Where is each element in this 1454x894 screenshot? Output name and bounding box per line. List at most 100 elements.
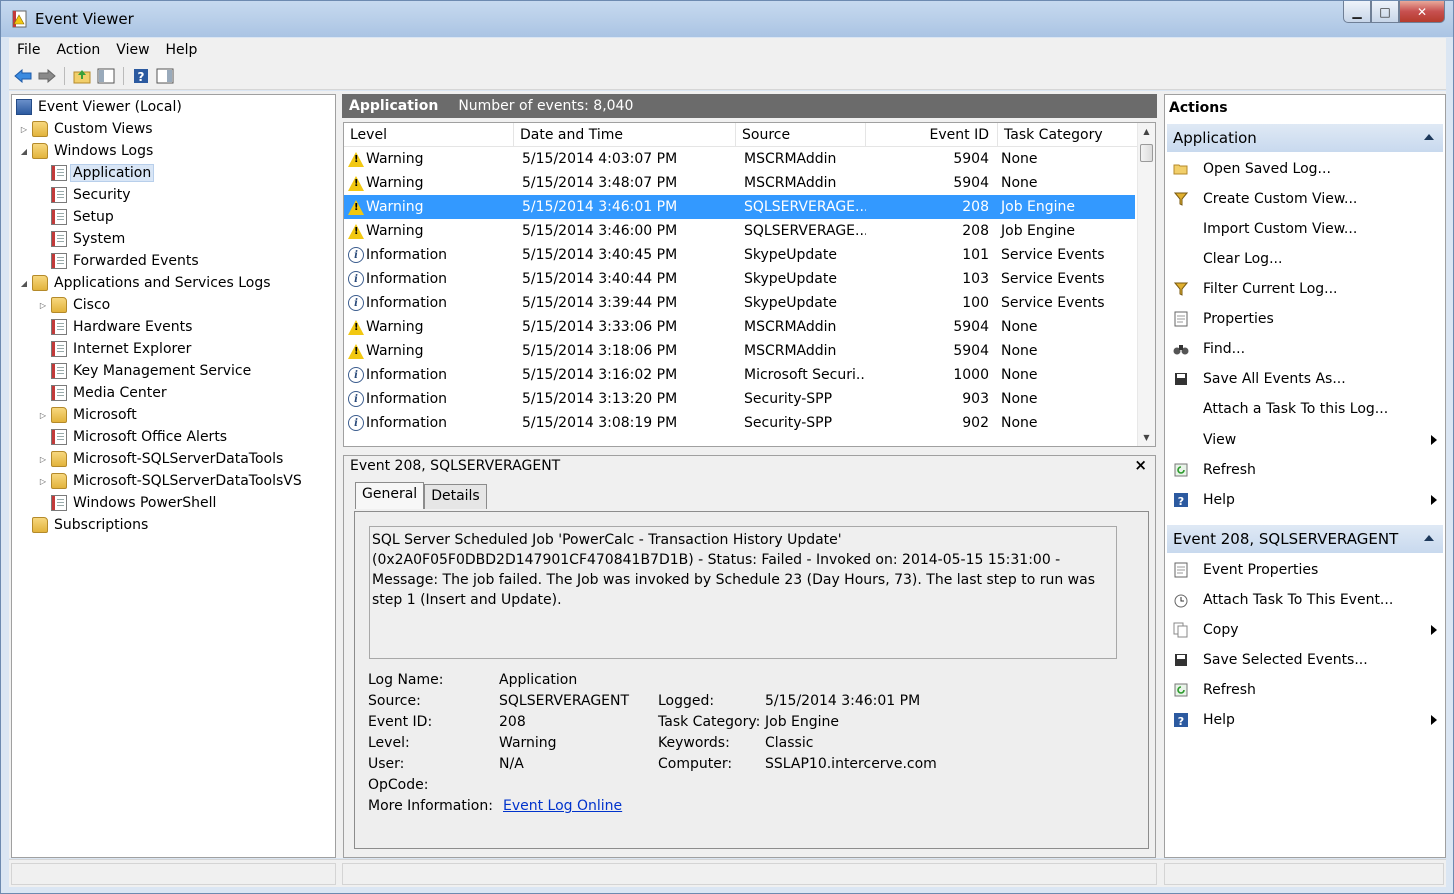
- event-row[interactable]: i Information 5/15/2014 3:40:44 PM SkypeUpd…: [344, 267, 1135, 291]
- action-save-selected-events[interactable]: Save Selected Events...: [1167, 645, 1443, 675]
- action-clear-log[interactable]: Clear Log...: [1167, 244, 1443, 274]
- tree-item-application[interactable]: Application: [37, 162, 155, 184]
- close-window-button[interactable]: ✕: [1399, 1, 1445, 23]
- actions-section-event[interactable]: Event 208, SQLSERVERAGENT: [1167, 525, 1443, 553]
- action-label: Properties: [1203, 311, 1274, 327]
- expand-toggle-icon[interactable]: ▷: [37, 455, 49, 464]
- event-row[interactable]: i Information 5/15/2014 3:16:02 PM Microsof…: [344, 363, 1135, 387]
- event-row[interactable]: Warning 5/15/2014 3:33:06 PM MSCRMAddin 590…: [344, 315, 1135, 339]
- general-tab-body: SQL Server Scheduled Job 'PowerCalc - Tr…: [354, 511, 1149, 849]
- menu-view[interactable]: View: [108, 42, 157, 58]
- column-task-category[interactable]: Task Category: [998, 123, 1137, 147]
- action-create-custom-view[interactable]: Create Custom View...: [1167, 184, 1443, 214]
- event-date: 5/15/2014 4:03:07 PM: [522, 151, 678, 167]
- tree-item-setup[interactable]: Setup: [37, 206, 117, 228]
- action-help[interactable]: ? Help: [1167, 705, 1443, 735]
- tree-item-microsoft[interactable]: ▷ Microsoft: [37, 404, 140, 426]
- action-view[interactable]: View: [1167, 425, 1443, 455]
- column-source[interactable]: Source: [736, 123, 866, 147]
- tree-item-applications-and-services-logs[interactable]: ◢ Applications and Services Logs: [18, 272, 274, 294]
- event-level: Warning: [366, 175, 424, 191]
- submenu-arrow-icon: [1431, 715, 1437, 725]
- event-row[interactable]: Warning 5/15/2014 3:48:07 PM MSCRMAddin 590…: [344, 171, 1135, 195]
- actions-section-application[interactable]: Application: [1167, 124, 1443, 152]
- action-refresh[interactable]: Refresh: [1167, 675, 1443, 705]
- svg-text:?: ?: [138, 70, 145, 84]
- event-log-online-link[interactable]: Event Log Online: [503, 798, 622, 814]
- column-date-time[interactable]: Date and Time: [514, 123, 736, 147]
- up-folder-button[interactable]: [72, 66, 92, 86]
- tree-item-microsoft-sqlserverdatatoolsvs[interactable]: ▷ Microsoft-SQLServerDataToolsVS: [37, 470, 305, 492]
- expand-toggle-icon[interactable]: ◢: [18, 279, 30, 288]
- tree-item-event-viewer-local[interactable]: Event Viewer (Local): [14, 96, 185, 118]
- tab-general[interactable]: General: [355, 482, 425, 509]
- event-row[interactable]: Warning 5/15/2014 3:46:00 PM SQLSERVERAGE.…: [344, 219, 1135, 243]
- show-hide-tree-button[interactable]: [96, 66, 116, 86]
- column-event-id[interactable]: Event ID: [866, 123, 998, 147]
- tree-item-custom-views[interactable]: ▷ Custom Views: [18, 118, 156, 140]
- scroll-thumb[interactable]: [1140, 144, 1153, 162]
- expand-toggle-icon[interactable]: ◢: [18, 147, 30, 156]
- scroll-down-icon[interactable]: ▼: [1138, 429, 1155, 446]
- menu-help[interactable]: Help: [158, 42, 206, 58]
- tree-item-cisco[interactable]: ▷ Cisco: [37, 294, 113, 316]
- tree-item-internet-explorer[interactable]: Internet Explorer: [37, 338, 194, 360]
- tree-item-microsoft-sqlserverdatatools[interactable]: ▷ Microsoft-SQLServerDataTools: [37, 448, 286, 470]
- event-row[interactable]: Warning 5/15/2014 3:18:06 PM MSCRMAddin 590…: [344, 339, 1135, 363]
- tree-item-media-center[interactable]: Media Center: [37, 382, 170, 404]
- status-cell: [342, 863, 1157, 885]
- action-open-saved-log[interactable]: Open Saved Log...: [1167, 154, 1443, 184]
- event-message[interactable]: SQL Server Scheduled Job 'PowerCalc - Tr…: [369, 526, 1117, 659]
- event-row[interactable]: Warning 5/15/2014 3:46:01 PM SQLSERVERAGE.…: [344, 195, 1135, 219]
- expand-toggle-icon[interactable]: ▷: [37, 411, 49, 420]
- tree-item-label: System: [73, 231, 126, 247]
- action-copy[interactable]: Copy: [1167, 615, 1443, 645]
- menu-file[interactable]: File: [9, 42, 48, 58]
- collapse-caret-icon[interactable]: [1424, 535, 1434, 541]
- maximize-button[interactable]: □: [1371, 1, 1399, 23]
- back-button[interactable]: [13, 66, 33, 86]
- scroll-up-icon[interactable]: ▲: [1138, 123, 1155, 140]
- tab-details[interactable]: Details: [424, 484, 487, 509]
- tree-item-forwarded-events[interactable]: Forwarded Events: [37, 250, 202, 272]
- help-button[interactable]: ?: [131, 66, 151, 86]
- event-row[interactable]: i Information 5/15/2014 3:39:44 PM SkypeUpd…: [344, 291, 1135, 315]
- action-refresh[interactable]: Refresh: [1167, 455, 1443, 485]
- tree-item-subscriptions[interactable]: Subscriptions: [18, 514, 151, 536]
- action-properties[interactable]: Properties: [1167, 304, 1443, 334]
- tree-item-windows-powershell[interactable]: Windows PowerShell: [37, 492, 219, 514]
- tree-item-system[interactable]: System: [37, 228, 128, 250]
- center-pane: Application Number of events: 8,040 Leve…: [342, 94, 1157, 858]
- tree-item-windows-logs[interactable]: ◢ Windows Logs: [18, 140, 156, 162]
- column-header: Level Date and Time Source Event ID Task…: [344, 123, 1137, 147]
- forward-button[interactable]: [37, 66, 57, 86]
- tree-item-key-management-service[interactable]: Key Management Service: [37, 360, 254, 382]
- action-filter-current-log[interactable]: Filter Current Log...: [1167, 274, 1443, 304]
- expand-toggle-icon[interactable]: ▷: [37, 477, 49, 486]
- expand-toggle-icon[interactable]: ▷: [18, 125, 30, 134]
- collapse-caret-icon[interactable]: [1424, 134, 1434, 140]
- event-row[interactable]: i Information 5/15/2014 3:13:20 PM Security…: [344, 387, 1135, 411]
- event-row[interactable]: Warning 5/15/2014 4:03:07 PM MSCRMAddin 590…: [344, 147, 1135, 171]
- tree-item-microsoft-office-alerts[interactable]: Microsoft Office Alerts: [37, 426, 230, 448]
- event-id: 100: [962, 295, 989, 311]
- menu-action[interactable]: Action: [48, 42, 108, 58]
- event-row[interactable]: i Information 5/15/2014 3:40:45 PM SkypeUpd…: [344, 243, 1135, 267]
- close-detail-icon[interactable]: ×: [1134, 456, 1147, 474]
- expand-toggle-icon[interactable]: ▷: [37, 301, 49, 310]
- event-level: Information: [366, 271, 448, 287]
- tree-item-hardware-events[interactable]: Hardware Events: [37, 316, 195, 338]
- action-help[interactable]: ? Help: [1167, 485, 1443, 515]
- action-event-properties[interactable]: Event Properties: [1167, 555, 1443, 585]
- action-save-all-events-as[interactable]: Save All Events As...: [1167, 364, 1443, 394]
- event-list-scrollbar[interactable]: ▲ ▼: [1137, 123, 1155, 446]
- event-row[interactable]: i Information 5/15/2014 3:08:19 PM Security…: [344, 411, 1135, 435]
- show-hide-action-pane-button[interactable]: [155, 66, 175, 86]
- action-import-custom-view[interactable]: Import Custom View...: [1167, 214, 1443, 244]
- action-attach-a-task-to-this-log[interactable]: Attach a Task To this Log...: [1167, 394, 1443, 424]
- minimize-button[interactable]: ▁: [1343, 1, 1371, 23]
- action-find[interactable]: Find...: [1167, 334, 1443, 364]
- tree-item-security[interactable]: Security: [37, 184, 134, 206]
- column-level[interactable]: Level: [344, 123, 514, 147]
- action-attach-task-to-this-event[interactable]: Attach Task To This Event...: [1167, 585, 1443, 615]
